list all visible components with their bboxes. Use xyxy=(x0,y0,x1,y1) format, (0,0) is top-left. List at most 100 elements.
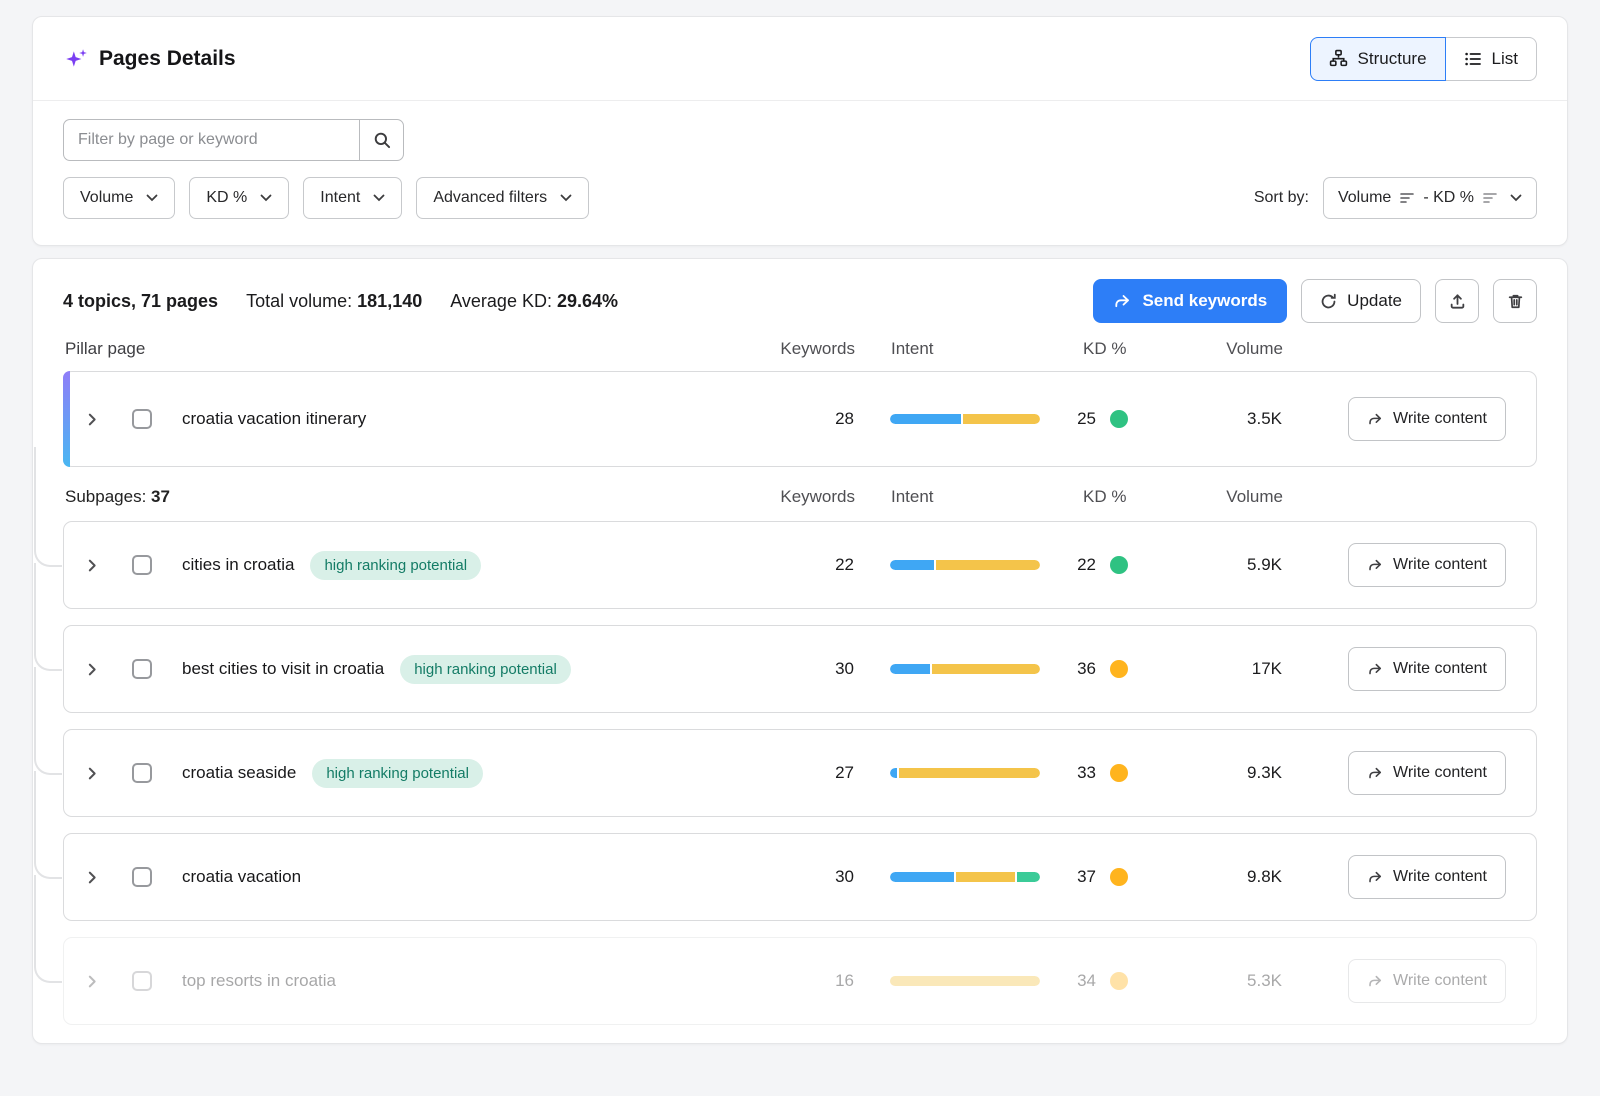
subpage-row-wrap: cities in croatia high ranking potential… xyxy=(63,521,1537,609)
kd-header: KD % xyxy=(1041,339,1157,359)
list-view-button[interactable]: List xyxy=(1445,37,1537,81)
advanced-filters-dropdown[interactable]: Advanced filters xyxy=(416,177,589,219)
write-content-button[interactable]: Write content xyxy=(1348,959,1506,1003)
kd-dot xyxy=(1110,556,1128,574)
delete-button[interactable] xyxy=(1493,279,1537,323)
pages-details-page: Pages Details Structure xyxy=(0,0,1600,1060)
keywords-value: 16 xyxy=(764,971,854,991)
expand-chevron[interactable] xyxy=(64,871,120,884)
pages-table: Pillar page Keywords Intent KD % Volume xyxy=(33,331,1567,1043)
pillar-volume-value: 3.5K xyxy=(1156,409,1296,429)
sort-by-label: Sort by: xyxy=(1254,189,1309,207)
chevron-down-icon xyxy=(373,194,385,202)
kd-cell: 22 xyxy=(1040,555,1156,575)
kd-value: 37 xyxy=(1040,867,1096,887)
expand-chevron[interactable] xyxy=(64,767,120,780)
send-keywords-button[interactable]: Send keywords xyxy=(1093,279,1287,323)
volume-value: 17K xyxy=(1156,659,1296,679)
sort-descending-icon xyxy=(1483,192,1497,204)
pillar-intent-bar xyxy=(890,414,1040,424)
row-checkbox[interactable] xyxy=(132,867,152,887)
structure-tree-icon xyxy=(1329,49,1348,68)
summary-stats: 4 topics, 71 pages Total volume: 181,140… xyxy=(63,291,618,312)
kd-dot xyxy=(1110,972,1128,990)
row-checkbox[interactable] xyxy=(132,659,152,679)
search-row xyxy=(63,119,1537,161)
kd-value: 36 xyxy=(1040,659,1096,679)
kd-dot xyxy=(1110,764,1128,782)
pages-table-panel: 4 topics, 71 pages Total volume: 181,140… xyxy=(32,258,1568,1044)
kd-filter-label: KD % xyxy=(206,189,247,207)
kd-cell: 37 xyxy=(1040,867,1156,887)
row-checkbox[interactable] xyxy=(132,763,152,783)
filter-chips: Volume KD % Intent xyxy=(63,177,589,219)
forward-arrow-icon xyxy=(1367,974,1383,988)
subpage-row: best cities to visit in croatia high ran… xyxy=(63,625,1537,713)
average-kd-stat: Average KD: 29.64% xyxy=(450,291,618,312)
pillar-expand-chevron[interactable] xyxy=(64,413,120,426)
ranking-potential-badge: high ranking potential xyxy=(400,655,571,684)
filters-area: Volume KD % Intent xyxy=(33,101,1567,245)
pillar-kd-cell: 25 xyxy=(1040,409,1156,429)
chevron-down-icon xyxy=(260,194,272,202)
intent-bar xyxy=(890,768,1040,778)
write-content-button[interactable]: Write content xyxy=(1348,543,1506,587)
keywords-value: 30 xyxy=(764,659,854,679)
keywords-header: Keywords xyxy=(765,339,855,359)
intent-filter-dropdown[interactable]: Intent xyxy=(303,177,402,219)
pillar-title: croatia vacation itinerary xyxy=(182,409,366,429)
sort-select[interactable]: Volume - KD % xyxy=(1323,177,1537,219)
intent-filter-label: Intent xyxy=(320,189,360,207)
pillar-kd-dot xyxy=(1110,410,1128,428)
sparkle-icon xyxy=(63,46,89,72)
send-keywords-label: Send keywords xyxy=(1142,291,1267,311)
write-content-button[interactable]: Write content xyxy=(1348,397,1506,441)
sort-primary-label: Volume xyxy=(1338,189,1391,207)
pillar-checkbox[interactable] xyxy=(132,409,152,429)
subpage-title: top resorts in croatia xyxy=(182,971,336,991)
write-content-button[interactable]: Write content xyxy=(1348,855,1506,899)
pillar-accent-bar xyxy=(63,371,70,467)
intent-header: Intent xyxy=(891,339,1041,359)
kd-filter-dropdown[interactable]: KD % xyxy=(189,177,289,219)
sort-wrap: Sort by: Volume - KD % xyxy=(1254,177,1537,219)
subpage-rows: cities in croatia high ranking potential… xyxy=(63,521,1537,1025)
search-input[interactable] xyxy=(63,119,359,161)
kd-dot xyxy=(1110,660,1128,678)
volume-value: 5.9K xyxy=(1156,555,1296,575)
volume-filter-dropdown[interactable]: Volume xyxy=(63,177,175,219)
total-volume-stat: Total volume: 181,140 xyxy=(246,291,422,312)
structure-view-button[interactable]: Structure xyxy=(1310,37,1446,81)
expand-chevron[interactable] xyxy=(64,559,120,572)
export-button[interactable] xyxy=(1435,279,1479,323)
intent-bar xyxy=(890,664,1040,674)
write-content-label: Write content xyxy=(1393,410,1487,428)
row-checkbox[interactable] xyxy=(132,555,152,575)
subpage-row-wrap: top resorts in croatia 16 34 5.3K Writ xyxy=(63,937,1537,1025)
kd-dot xyxy=(1110,868,1128,886)
update-button[interactable]: Update xyxy=(1301,279,1421,323)
volume-value: 9.8K xyxy=(1156,867,1296,887)
expand-chevron[interactable] xyxy=(64,975,120,988)
intent-bar xyxy=(890,872,1040,882)
subpage-row: top resorts in croatia 16 34 5.3K Writ xyxy=(63,937,1537,1025)
forward-arrow-icon xyxy=(1367,870,1383,884)
expand-chevron[interactable] xyxy=(64,663,120,676)
pillar-kd-value: 25 xyxy=(1040,409,1096,429)
forward-arrow-icon xyxy=(1367,766,1383,780)
write-content-label: Write content xyxy=(1393,556,1487,574)
subpage-row-wrap: best cities to visit in croatia high ran… xyxy=(63,625,1537,713)
refresh-icon xyxy=(1320,293,1337,310)
write-content-button[interactable]: Write content xyxy=(1348,751,1506,795)
write-content-button[interactable]: Write content xyxy=(1348,647,1506,691)
volume-value: 9.3K xyxy=(1156,763,1296,783)
sort-descending-icon xyxy=(1400,192,1414,204)
search-button[interactable] xyxy=(359,119,404,161)
ranking-potential-badge: high ranking potential xyxy=(310,551,481,580)
subpages-header: Subpages: 37 Keywords Intent KD % Volume xyxy=(63,487,1537,507)
pillar-page-header: Pillar page xyxy=(63,339,765,359)
trash-icon xyxy=(1507,293,1524,310)
keywords-value: 27 xyxy=(764,763,854,783)
row-checkbox[interactable] xyxy=(132,971,152,991)
volume-header: Volume xyxy=(1157,339,1297,359)
